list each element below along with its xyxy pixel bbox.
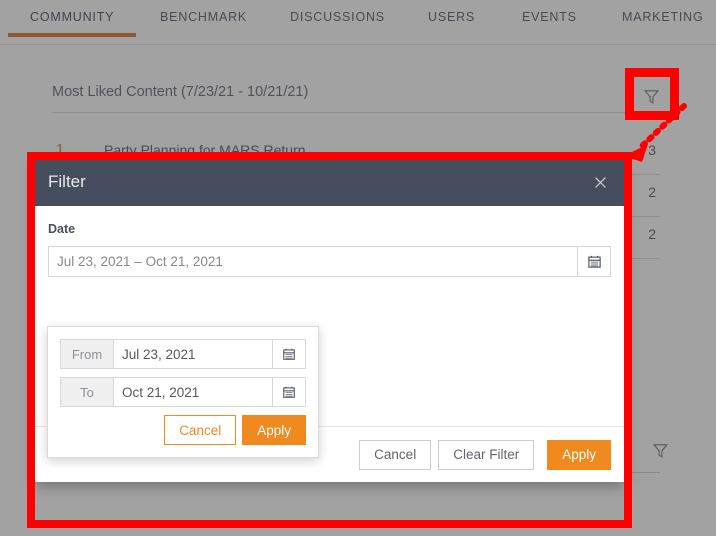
date-range-calendar-button[interactable]: [577, 247, 610, 276]
picker-cancel-button[interactable]: Cancel: [164, 415, 236, 445]
date-range-value[interactable]: Jul 23, 2021 – Oct 21, 2021: [49, 247, 577, 276]
modal-apply-button[interactable]: Apply: [547, 440, 611, 470]
from-date-row[interactable]: From Jul 23, 2021: [60, 339, 306, 369]
to-date-row[interactable]: To Oct 21, 2021: [60, 377, 306, 407]
date-picker-popover: From Jul 23, 2021 To Oct 21, 2021: [47, 326, 319, 458]
date-picker-actions: Cancel Apply: [60, 415, 306, 445]
date-range-input[interactable]: Jul 23, 2021 – Oct 21, 2021: [48, 246, 611, 277]
close-icon: [592, 174, 609, 191]
modal-body: Date Jul 23, 2021 – Oct 21, 2021 From Ju…: [35, 206, 624, 426]
to-calendar-button[interactable]: [272, 378, 305, 406]
close-button[interactable]: [588, 170, 612, 194]
modal-clear-filter-button[interactable]: Clear Filter: [438, 440, 534, 470]
filter-modal: Filter Date Jul 23, 2021 – Oct 21, 2021: [35, 160, 624, 482]
from-date-input[interactable]: Jul 23, 2021: [114, 340, 272, 368]
modal-cancel-button[interactable]: Cancel: [359, 440, 431, 470]
modal-header: Filter: [35, 160, 624, 206]
from-label: From: [61, 340, 114, 368]
to-label: To: [61, 378, 114, 406]
from-calendar-button[interactable]: [272, 340, 305, 368]
picker-apply-button[interactable]: Apply: [242, 415, 306, 445]
modal-title: Filter: [48, 172, 86, 192]
calendar-icon: [587, 254, 602, 269]
to-date-input[interactable]: Oct 21, 2021: [114, 378, 272, 406]
calendar-icon: [282, 347, 296, 361]
date-field-label: Date: [48, 222, 611, 236]
calendar-icon: [282, 385, 296, 399]
